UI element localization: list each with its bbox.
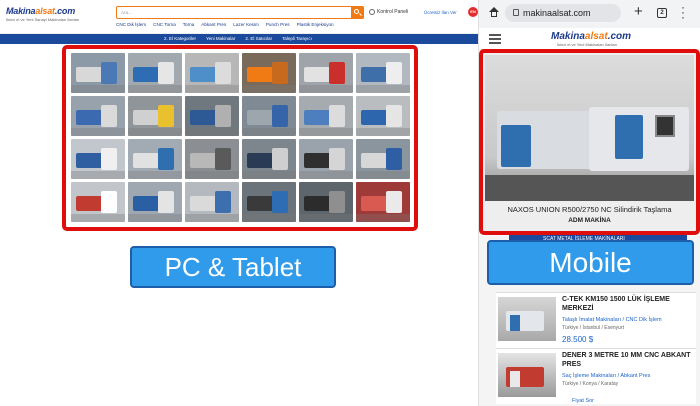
- pc-search-input[interactable]: Ara...: [116, 6, 364, 19]
- mobile-hero-highlight[interactable]: NAXOS UNION R500/2750 NC Silindirik Taşl…: [479, 49, 700, 235]
- mobile-label: Mobile: [487, 240, 694, 285]
- machine-photo-tile[interactable]: [356, 139, 410, 179]
- lock-icon: [513, 9, 519, 16]
- mobile-hero: NAXOS UNION R500/2750 NC Silindirik Taşl…: [479, 49, 700, 236]
- machine-photo-tile[interactable]: [185, 139, 239, 179]
- pc-tagline: İkinci el ve Yeni Sanayi Makinaları İlan…: [6, 17, 80, 22]
- machine-photo-tile[interactable]: [356, 96, 410, 136]
- machine-photo-tile[interactable]: [242, 53, 296, 93]
- mobile-site-header: Makinaalsat.com İkinci el ve Yeni Makina…: [479, 28, 700, 50]
- listing-thumbnail[interactable]: [498, 297, 556, 341]
- machine-photo-tile[interactable]: [185, 53, 239, 93]
- url-bar[interactable]: makinaalsat.com: [505, 4, 621, 22]
- listing-item[interactable]: C-TEK KM150 1500 LÜK İŞLEME MERKEZİ Tala…: [496, 292, 696, 348]
- post-listing-link[interactable]: Ücretsiz İlan Ver: [424, 10, 457, 15]
- machine-photo-tile[interactable]: [242, 182, 296, 222]
- mobile-tagline: İkinci el ve Yeni Makinaları İlanları: [557, 42, 618, 47]
- category-link[interactable]: Torna: [183, 22, 195, 27]
- listing-categories[interactable]: Saç İşleme Makinaları / Abkant Pres: [562, 373, 650, 379]
- machine-photo-tile[interactable]: [356, 182, 410, 222]
- listing-title[interactable]: DENER 3 METRE 10 MM CNC ABKANT PRES: [562, 351, 694, 369]
- new-tab-icon[interactable]: +: [634, 3, 643, 20]
- machine-photo-tile[interactable]: [185, 182, 239, 222]
- pc-screenshot: Makinaalsat.com İkinci el ve Yeni Sanayi…: [0, 0, 478, 406]
- category-link[interactable]: CNC Torna: [153, 22, 176, 27]
- pc-category-links: CNC Dik İşlem CNC Torna Torna Abkant Pre…: [116, 22, 334, 27]
- machine-photo-tile[interactable]: [71, 139, 125, 179]
- pc-search-placeholder: Ara...: [121, 10, 132, 15]
- nav-item[interactable]: Yeni Makinalar: [206, 36, 235, 41]
- machine-photo-tile[interactable]: [128, 182, 182, 222]
- language-button[interactable]: EN: [468, 7, 478, 17]
- hamburger-menu-icon[interactable]: [489, 34, 501, 44]
- pc-tablet-label: PC & Tablet: [130, 246, 336, 288]
- category-link[interactable]: Punch Pres: [266, 22, 290, 27]
- listing-price: 28.500 $: [562, 335, 594, 344]
- machine-photo-tile[interactable]: [185, 96, 239, 136]
- listing-thumbnail[interactable]: [498, 353, 556, 397]
- machine-photo-tile[interactable]: [71, 96, 125, 136]
- more-menu-icon[interactable]: · · ·: [681, 1, 685, 23]
- hero-caption[interactable]: NAXOS UNION R500/2750 NC Silindirik Taşl…: [483, 205, 696, 214]
- listing-categories[interactable]: Talaşlı İmalat Makinaları / CNC Dik İşle…: [562, 317, 662, 323]
- machine-photo-tile[interactable]: [71, 53, 125, 93]
- nav-item[interactable]: Talepli Tarayıcı: [282, 36, 312, 41]
- machine-photo-tile[interactable]: [128, 139, 182, 179]
- url-text: makinaalsat.com: [523, 8, 591, 18]
- user-icon[interactable]: [369, 9, 375, 15]
- pc-logo[interactable]: Makinaalsat.com: [6, 6, 75, 16]
- machine-photo-tile[interactable]: [356, 53, 410, 93]
- machine-photo-tile[interactable]: [71, 182, 125, 222]
- mobile-browser-bar: makinaalsat.com + 2 · · ·: [479, 0, 700, 28]
- hero-seller[interactable]: ADM MAKİNA: [483, 217, 696, 224]
- machine-photo-tile[interactable]: [242, 139, 296, 179]
- pc-search-button[interactable]: [351, 6, 364, 19]
- mobile-listing-list: C-TEK KM150 1500 LÜK İŞLEME MERKEZİ Tala…: [496, 292, 696, 404]
- category-link[interactable]: CNC Dik İşlem: [116, 22, 146, 27]
- category-link[interactable]: Lazer Kesim: [233, 22, 259, 27]
- machine-photo-tile[interactable]: [299, 53, 353, 93]
- listing-item[interactable]: DENER 3 METRE 10 MM CNC ABKANT PRES Saç …: [496, 348, 696, 404]
- mobile-logo[interactable]: Makinaalsat.com: [551, 31, 631, 42]
- machine-photo-tile[interactable]: [299, 139, 353, 179]
- machine-photo-tile[interactable]: [128, 53, 182, 93]
- hero-image[interactable]: [485, 55, 694, 201]
- machine-photo-tile[interactable]: [299, 182, 353, 222]
- pc-machine-grid-highlight: [62, 45, 418, 231]
- category-link[interactable]: Plastik Enjeksiyon: [297, 22, 334, 27]
- pc-nav-bar: 2. El Kategoriler Yeni Makinalar 2. El S…: [0, 34, 478, 44]
- comparison-figure: Makinaalsat.com İkinci el ve Yeni Sanayi…: [0, 0, 700, 406]
- listing-location: Türkiye / İstanbul / Esenyurt: [562, 325, 624, 331]
- home-icon[interactable]: [489, 7, 499, 17]
- pc-header: Makinaalsat.com İkinci el ve Yeni Sanayi…: [0, 0, 478, 34]
- machine-photo-tile[interactable]: [299, 96, 353, 136]
- machine-photo-tile[interactable]: [242, 96, 296, 136]
- machine-photo-tile[interactable]: [128, 96, 182, 136]
- control-panel-link[interactable]: Kontrol Paneli: [377, 9, 408, 15]
- listing-price-request[interactable]: Fiyat Sor: [572, 398, 594, 404]
- listing-title[interactable]: C-TEK KM150 1500 LÜK İŞLEME MERKEZİ: [562, 295, 694, 313]
- nav-item[interactable]: 2. El Satıcılar: [245, 36, 272, 41]
- listing-location: Türkiye / Konya / Karatay: [562, 381, 619, 387]
- category-link[interactable]: Abkant Pres: [201, 22, 226, 27]
- pc-machine-grid: [71, 53, 411, 222]
- nav-item[interactable]: 2. El Kategoriler: [164, 36, 196, 41]
- tab-count-button[interactable]: 2: [657, 8, 667, 18]
